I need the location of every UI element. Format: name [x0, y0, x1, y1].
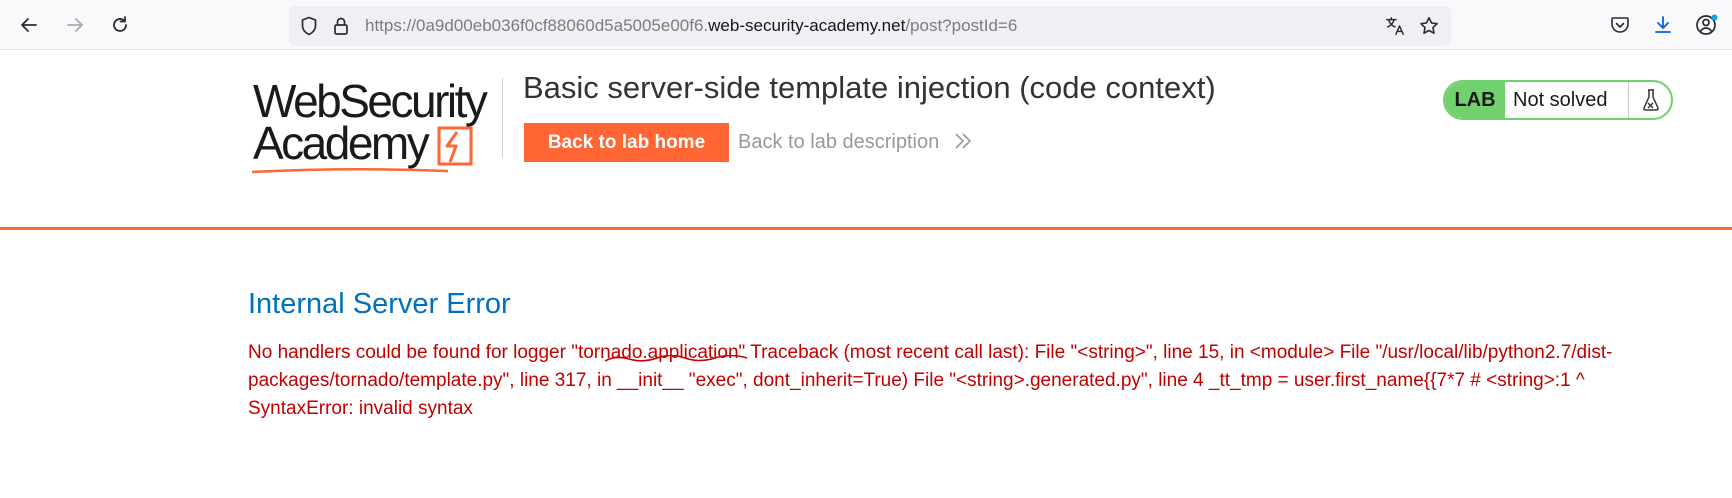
status-text: Not solved: [1513, 89, 1608, 111]
account-icon[interactable]: [1694, 12, 1720, 38]
flask-icon: [1628, 82, 1671, 118]
address-bar[interactable]: https://0a9d00eb036f0cf88060d5a5005e00f6…: [289, 6, 1451, 46]
status-lab-badge: LAB: [1445, 82, 1505, 118]
forward-arrow-icon: [67, 18, 83, 32]
logo-underline: [251, 167, 449, 174]
logo-line2: Academy: [253, 117, 430, 169]
back-to-lab-description-label: Back to lab description: [738, 131, 940, 153]
url-prefix: https://0a9d00eb036f0cf88060d5a5005e00f6…: [365, 16, 709, 35]
reload-icon: [113, 16, 127, 32]
lab-status-widget: LAB Not solved: [1443, 80, 1673, 120]
lab-title: Basic server-side template injection (co…: [523, 70, 1216, 105]
reload-button[interactable]: [103, 8, 137, 42]
forward-button[interactable]: [58, 8, 92, 42]
browser-toolbar: https://0a9d00eb036f0cf88060d5a5005e00f6…: [0, 0, 1732, 50]
error-message: No handlers could be found for logger "t…: [248, 342, 1613, 419]
double-chevron-icon: [955, 133, 971, 149]
pocket-icon[interactable]: [1607, 12, 1633, 38]
lab-header: WebSecurity Academy Basic server-side te…: [0, 50, 1732, 230]
back-to-lab-home-button[interactable]: Back to lab home: [524, 123, 729, 162]
logo-divider: [502, 78, 503, 158]
lock-icon[interactable]: [331, 16, 351, 36]
back-to-lab-description-link[interactable]: Back to lab description: [738, 123, 973, 162]
web-security-academy-logo[interactable]: WebSecurity Academy: [250, 76, 510, 176]
logo-bolt-icon: [437, 126, 473, 166]
bookmark-star-icon[interactable]: [1419, 16, 1439, 36]
url-path: /post?postId=6: [905, 16, 1018, 35]
spellcheck-underline: [605, 355, 747, 362]
translate-icon[interactable]: [1385, 16, 1405, 36]
error-title: Internal Server Error: [248, 288, 511, 320]
shield-icon[interactable]: [299, 16, 319, 36]
back-arrow-icon: [21, 18, 37, 32]
url-domain: web-security-academy.net: [708, 16, 906, 35]
back-button[interactable]: [12, 8, 46, 42]
download-icon[interactable]: [1650, 12, 1676, 38]
url-text[interactable]: https://0a9d00eb036f0cf88060d5a5005e00f6…: [365, 6, 1017, 46]
